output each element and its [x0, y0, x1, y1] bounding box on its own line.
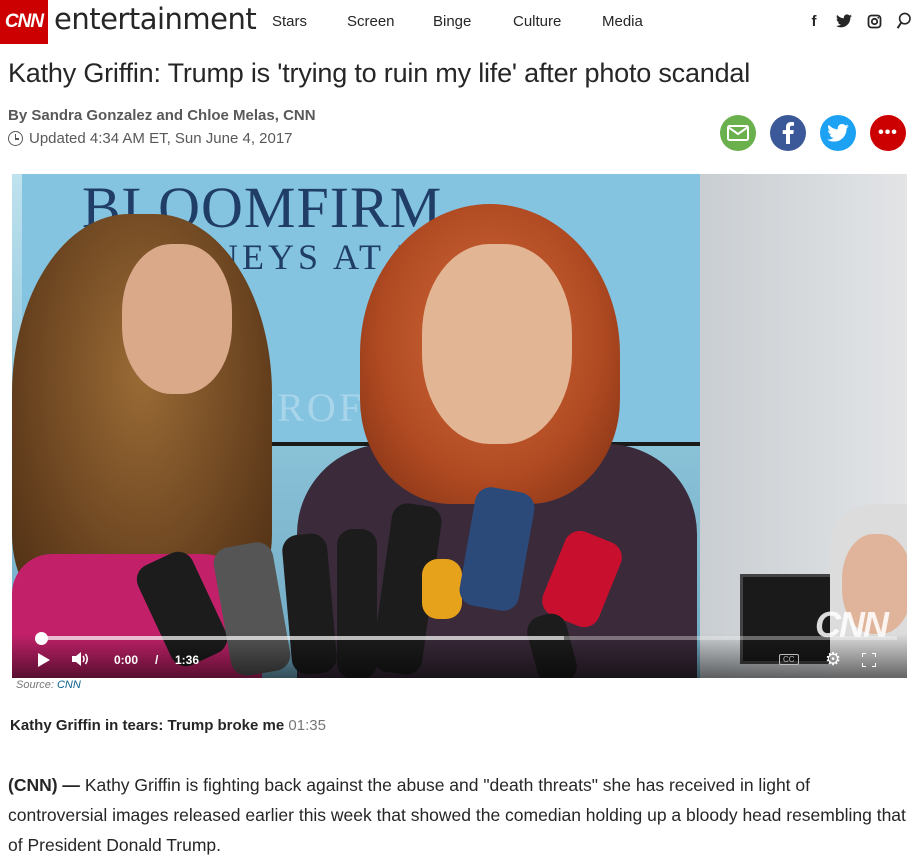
article-headline: Kathy Griffin: Trump is 'trying to ruin … [8, 58, 751, 88]
twitter-icon [827, 124, 849, 142]
search-icon[interactable] [896, 12, 912, 30]
updated-timestamp: Updated 4:34 AM ET, Sun June 4, 2017 [29, 130, 293, 147]
person-center-face [422, 244, 572, 444]
share-more-button[interactable]: ••• [870, 115, 906, 151]
cnn-logo[interactable]: CNN [0, 0, 48, 44]
volume-icon[interactable] [72, 652, 90, 669]
video-current-time: 0:00 [114, 653, 139, 667]
article-updated: Updated 4:34 AM ET, Sun June 4, 2017 [8, 130, 293, 147]
clock-icon [8, 131, 23, 146]
nav-link-binge[interactable]: Binge [433, 13, 513, 30]
more-icon: ••• [878, 124, 898, 141]
share-email-button[interactable] [720, 115, 756, 151]
play-icon[interactable] [38, 653, 50, 667]
nav-link-stars[interactable]: Stars [272, 13, 347, 30]
facebook-icon[interactable]: f [806, 12, 822, 30]
article-dateline: (CNN) — [8, 775, 80, 795]
video-controls [12, 634, 907, 678]
video-source: Source: CNN [16, 679, 81, 691]
video-source-link[interactable]: CNN [57, 679, 81, 691]
nav-social-links: f [806, 12, 912, 30]
share-bar: ••• [720, 115, 906, 151]
video-scrubber-handle[interactable] [35, 632, 48, 645]
share-facebook-button[interactable] [770, 115, 806, 151]
settings-gear-icon[interactable]: ⚙ [825, 649, 841, 670]
closed-captions-button[interactable]: CC [779, 654, 799, 665]
top-navigation: CNN entertainment Stars Screen Binge Cul… [0, 0, 920, 44]
microphone [422, 559, 462, 619]
section-nav: Stars Screen Binge Culture Media [272, 13, 662, 30]
section-name[interactable]: entertainment [54, 2, 257, 36]
video-player[interactable]: BLOOMFIRM NEYS AT LA PROF CNN 0:00 / 1:3… [12, 174, 907, 678]
nav-link-media[interactable]: Media [602, 13, 662, 30]
video-buffer-bar [42, 636, 564, 640]
related-video-title[interactable]: Kathy Griffin in tears: Trump broke me [10, 717, 284, 734]
nav-link-culture[interactable]: Culture [513, 13, 602, 30]
facebook-icon [782, 122, 794, 144]
article-byline: By Sandra Gonzalez and Chloe Melas, CNN [8, 107, 316, 124]
related-video-duration: 01:35 [288, 717, 326, 734]
article-body: (CNN) — Kathy Griffin is fighting back a… [8, 770, 908, 860]
instagram-icon[interactable] [866, 12, 882, 30]
share-twitter-button[interactable] [820, 115, 856, 151]
video-time-separator: / [155, 653, 159, 667]
twitter-icon[interactable] [836, 12, 852, 30]
nav-link-screen[interactable]: Screen [347, 13, 433, 30]
person-left-face [122, 244, 232, 394]
email-icon [727, 125, 749, 141]
fullscreen-icon[interactable] [862, 653, 876, 667]
video-source-prefix: Source: [16, 679, 54, 691]
video-duration: 1:36 [175, 653, 200, 667]
related-video[interactable]: Kathy Griffin in tears: Trump broke me 0… [10, 717, 326, 734]
article-paragraph: Kathy Griffin is fighting back against t… [8, 775, 906, 855]
